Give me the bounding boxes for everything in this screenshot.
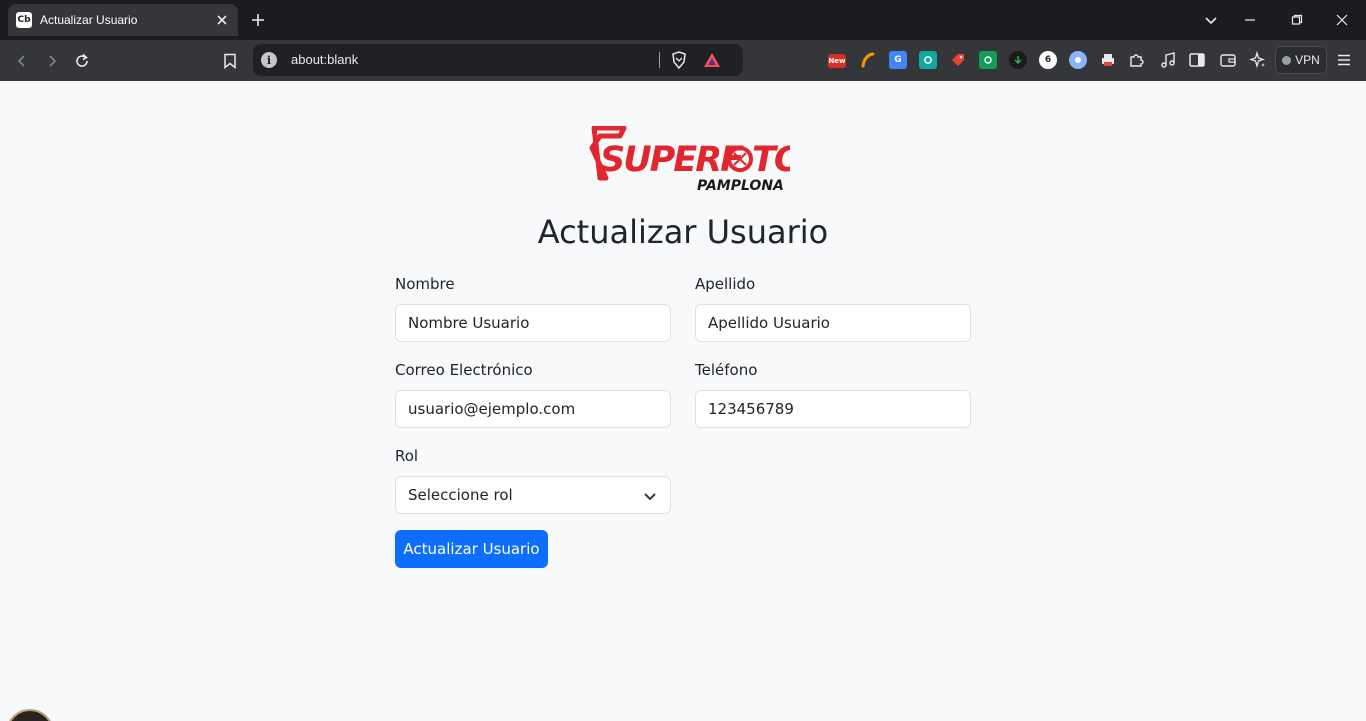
tab-search-chevron-icon[interactable] xyxy=(1199,8,1223,32)
forward-arrow-icon[interactable] xyxy=(39,48,65,74)
minimize-icon[interactable] xyxy=(1238,8,1262,32)
teal-extension-icon[interactable] xyxy=(919,51,937,69)
brave-shields-icon[interactable] xyxy=(669,50,689,70)
menu-hamburger-icon[interactable] xyxy=(1334,50,1354,70)
tab-title: Actualizar Usuario xyxy=(40,13,138,27)
browser-tab[interactable]: Cb Actualizar Usuario xyxy=(8,4,238,36)
nombre-input[interactable] xyxy=(395,304,671,342)
new-tab-icon[interactable] xyxy=(246,8,270,32)
leo-ai-sparkle-icon[interactable] xyxy=(1248,50,1268,70)
apellido-label: Apellido xyxy=(695,275,756,293)
svg-text:SUPERF: SUPERF xyxy=(600,140,744,180)
address-url[interactable]: about:blank xyxy=(291,52,358,67)
correo-input[interactable] xyxy=(395,390,671,428)
orange-extension-icon[interactable] xyxy=(859,51,877,69)
wallet-icon[interactable] xyxy=(1218,50,1238,70)
telefono-label: Teléfono xyxy=(695,361,758,379)
page-content: SUPERF TO PAMPLONA Actualizar Usuario No… xyxy=(0,81,1366,721)
media-music-icon[interactable] xyxy=(1158,50,1178,70)
translate-extension-icon[interactable]: G xyxy=(889,51,907,69)
vpn-button[interactable]: VPN xyxy=(1275,46,1327,74)
vpn-label: VPN xyxy=(1295,53,1320,67)
chevron-down-icon xyxy=(644,493,656,501)
blue-circle-extension-icon[interactable] xyxy=(1069,51,1087,69)
close-window-icon[interactable] xyxy=(1330,8,1354,32)
corner-avatar[interactable] xyxy=(6,709,54,721)
superfoto-logo: SUPERF TO PAMPLONA xyxy=(589,126,790,194)
correo-label: Correo Electrónico xyxy=(395,361,533,379)
omnibox-divider xyxy=(659,52,660,68)
extensions-puzzle-icon[interactable] xyxy=(1127,50,1147,70)
download-extension-icon[interactable] xyxy=(1009,51,1027,69)
new-badge-extension-icon[interactable]: New xyxy=(828,54,846,68)
reload-icon[interactable] xyxy=(69,48,95,74)
rol-selected-value: Seleccione rol xyxy=(408,486,513,504)
sidebar-toggle-icon[interactable] xyxy=(1187,50,1207,70)
address-bar[interactable]: i about:blank xyxy=(253,44,743,76)
back-arrow-icon[interactable] xyxy=(9,48,35,74)
nombre-label: Nombre xyxy=(395,275,455,293)
actualizar-usuario-button[interactable]: Actualizar Usuario xyxy=(395,530,548,568)
svg-text:PAMPLONA: PAMPLONA xyxy=(697,178,784,194)
page-title: Actualizar Usuario xyxy=(537,213,829,251)
telefono-input[interactable] xyxy=(695,390,971,428)
svg-text:TO: TO xyxy=(752,140,790,180)
browser-toolbar: i about:blank New G 6 VPN xyxy=(0,40,1366,81)
restore-icon[interactable] xyxy=(1285,8,1309,32)
tag-extension-icon[interactable] xyxy=(949,51,967,69)
tab-strip: Cb Actualizar Usuario xyxy=(0,0,1366,40)
tab-favicon: Cb xyxy=(16,12,32,28)
close-tab-icon[interactable] xyxy=(210,8,234,32)
brave-rewards-icon[interactable] xyxy=(702,50,722,70)
rol-select[interactable]: Seleccione rol xyxy=(395,476,671,514)
vpn-status-icon xyxy=(1282,55,1292,65)
apellido-input[interactable] xyxy=(695,304,971,342)
printer-extension-icon[interactable] xyxy=(1099,51,1117,69)
green-extension-icon[interactable] xyxy=(979,51,997,69)
six-extension-icon[interactable]: 6 xyxy=(1039,51,1057,69)
rol-label: Rol xyxy=(395,447,419,465)
bookmark-icon[interactable] xyxy=(217,48,243,74)
site-info-icon[interactable]: i xyxy=(261,52,277,68)
